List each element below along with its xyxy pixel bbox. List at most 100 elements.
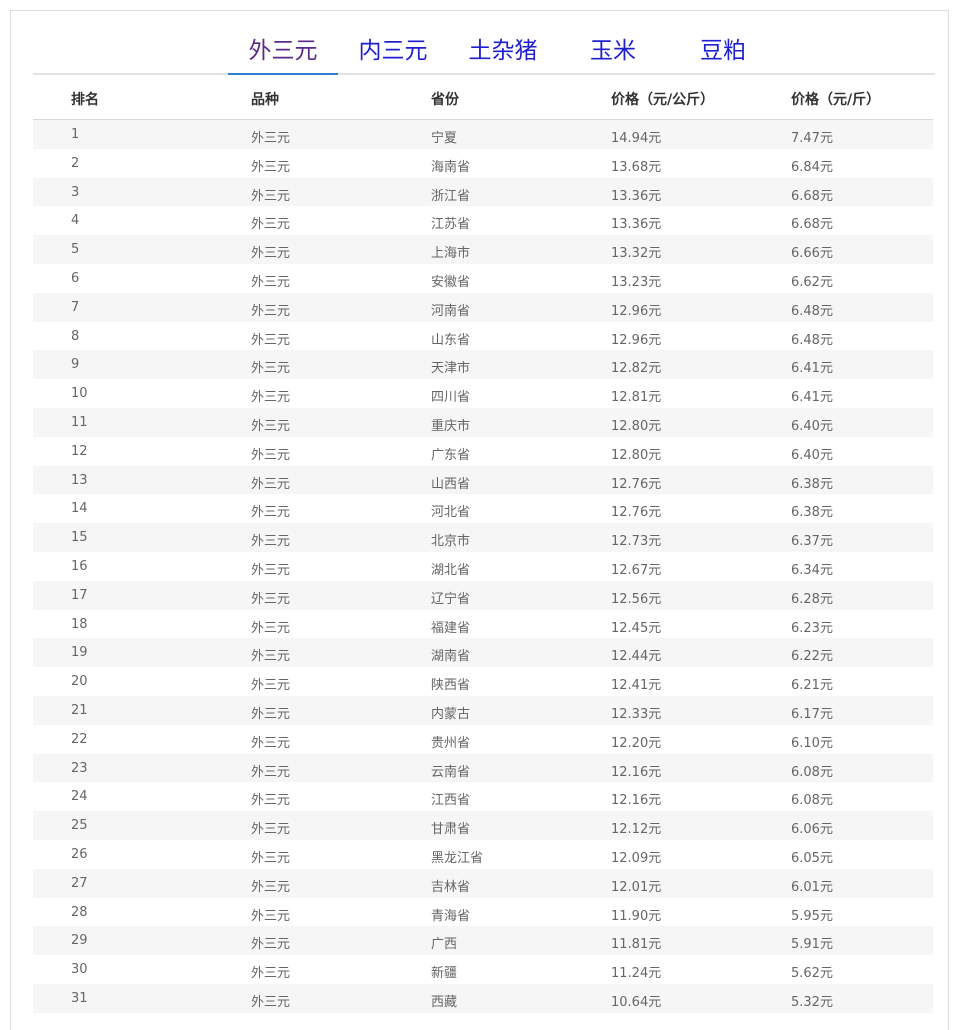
table-row: 20 外三元 陕西省 12.41元 6.21元 xyxy=(33,667,933,696)
cell-price-jin: 6.08元 xyxy=(791,793,833,809)
cell-variety: 外三元 xyxy=(251,764,291,780)
cell-price-jin: 6.38元 xyxy=(791,505,833,521)
cell-rank: 9 xyxy=(71,357,80,373)
table-row: 14 外三元 河北省 12.76元 6.38元 xyxy=(33,494,933,523)
table-row: 21 外三元 内蒙古 12.33元 6.17元 xyxy=(33,695,933,725)
cell-rank: 26 xyxy=(71,846,88,862)
table-row: 3 外三元 浙江省 13.36元 6.68元 xyxy=(33,177,933,207)
cell-price-jin: 5.62元 xyxy=(791,966,833,982)
cell-province: 上海市 xyxy=(431,246,471,262)
table-row: 6 外三元 安徽省 13.23元 6.62元 xyxy=(33,264,933,293)
cell-province: 江苏省 xyxy=(431,217,471,233)
cell-variety: 外三元 xyxy=(251,447,291,463)
tab-dou-po[interactable]: 豆粕 xyxy=(668,33,778,73)
cell-province: 甘肃省 xyxy=(431,822,471,838)
cell-rank: 4 xyxy=(71,213,80,229)
cell-province: 四川省 xyxy=(431,390,471,406)
cell-rank: 19 xyxy=(71,645,88,661)
cell-province: 内蒙古 xyxy=(431,706,471,722)
table-row: 18 外三元 福建省 12.45元 6.23元 xyxy=(33,610,933,639)
table-row: 16 外三元 湖北省 12.67元 6.34元 xyxy=(33,552,933,581)
table-row: 12 外三元 广东省 12.80元 6.40元 xyxy=(33,437,933,466)
cell-price-kg: 14.94元 xyxy=(611,131,662,146)
table-row: 7 外三元 河南省 12.96元 6.48元 xyxy=(33,292,933,322)
cell-province: 云南省 xyxy=(431,764,471,780)
cell-rank: 24 xyxy=(71,789,88,805)
table-row: 22 外三元 贵州省 12.20元 6.10元 xyxy=(33,725,933,754)
table-header: 排名 品种 省份 价格（元/公斤） 价格（元/斤） xyxy=(33,75,933,120)
cell-price-kg: 12.45元 xyxy=(611,620,662,636)
cell-variety: 外三元 xyxy=(251,735,291,751)
cell-rank: 31 xyxy=(71,990,88,1006)
cell-price-kg: 12.16元 xyxy=(611,793,662,809)
cell-province: 青海省 xyxy=(431,908,471,924)
table-row: 29 外三元 广西 11.81元 5.91元 xyxy=(33,926,933,956)
cell-rank: 10 xyxy=(71,386,88,402)
cell-rank: 18 xyxy=(71,616,88,632)
cell-province: 宁夏 xyxy=(431,131,458,146)
header-province: 省份 xyxy=(431,92,459,108)
cell-price-kg: 12.80元 xyxy=(611,418,662,434)
header-price-per-kg: 价格（元/公斤） xyxy=(611,92,715,108)
cell-price-jin: 6.41元 xyxy=(791,361,833,377)
cell-province: 河北省 xyxy=(431,505,471,521)
cell-price-kg: 11.90元 xyxy=(611,908,662,924)
cell-price-kg: 12.20元 xyxy=(611,735,662,751)
cell-price-kg: 12.16元 xyxy=(611,764,662,780)
cell-price-kg: 12.80元 xyxy=(611,447,662,463)
cell-price-kg: 12.56元 xyxy=(611,591,662,607)
tab-yu-mi[interactable]: 玉米 xyxy=(558,33,668,73)
table-row: 28 外三元 青海省 11.90元 5.95元 xyxy=(33,898,933,927)
cell-price-jin: 6.23元 xyxy=(791,620,833,636)
cell-rank: 2 xyxy=(71,155,80,171)
tab-wai-san-yuan[interactable]: 外三元 xyxy=(228,33,338,75)
cell-rank: 3 xyxy=(71,184,80,200)
cell-price-kg: 12.96元 xyxy=(611,303,662,319)
cell-rank: 1 xyxy=(71,127,80,142)
cell-rank: 13 xyxy=(71,472,88,488)
cell-rank: 25 xyxy=(71,818,88,834)
cell-price-jin: 6.08元 xyxy=(791,764,833,780)
table-row: 26 外三元 黑龙江省 12.09元 6.05元 xyxy=(33,840,933,869)
cell-price-jin: 6.17元 xyxy=(791,706,833,722)
cell-price-kg: 11.81元 xyxy=(611,937,662,953)
cell-variety: 外三元 xyxy=(251,476,291,492)
tab-nei-san-yuan[interactable]: 内三元 xyxy=(338,33,448,73)
cell-price-kg: 13.36元 xyxy=(611,217,662,233)
cell-rank: 22 xyxy=(71,731,88,747)
cell-variety: 外三元 xyxy=(251,793,291,809)
price-ranking-panel: 外三元 内三元 土杂猪 玉米 豆粕 排名 品种 省份 价格（元/公斤） 价格（元… xyxy=(10,10,949,1030)
cell-variety: 外三元 xyxy=(251,706,291,722)
table-row: 10 外三元 四川省 12.81元 6.41元 xyxy=(33,379,933,408)
cell-price-jin: 6.05元 xyxy=(791,850,833,866)
cell-province: 辽宁省 xyxy=(431,591,471,607)
cell-price-kg: 12.33元 xyxy=(611,706,662,722)
tab-tu-za-zhu[interactable]: 土杂猪 xyxy=(448,33,558,73)
table-row: 5 外三元 上海市 13.32元 6.66元 xyxy=(33,235,933,264)
cell-price-kg: 13.32元 xyxy=(611,246,662,262)
cell-price-jin: 7.47元 xyxy=(791,131,833,146)
header-rank: 排名 xyxy=(71,92,99,108)
cell-province: 黑龙江省 xyxy=(431,850,484,866)
cell-rank: 8 xyxy=(71,328,80,344)
table-row: 4 外三元 江苏省 13.36元 6.68元 xyxy=(33,206,933,235)
cell-province: 江西省 xyxy=(431,793,471,809)
cell-price-kg: 12.44元 xyxy=(611,649,662,665)
table-body: 1 外三元 宁夏 14.94元 7.47元 2 外三元 海南省 13.68元 6.84元 3 外三元浙… xyxy=(33,120,933,1013)
cell-variety: 外三元 xyxy=(251,620,291,636)
cell-variety: 外三元 xyxy=(251,966,291,982)
cell-province: 山西省 xyxy=(431,476,471,492)
table-row: 25 外三元 甘肃省 12.12元 6.06元 xyxy=(33,811,933,840)
cell-price-jin: 6.37元 xyxy=(791,534,833,550)
cell-rank: 6 xyxy=(71,270,80,286)
header-variety: 品种 xyxy=(251,92,279,108)
cell-price-jin: 5.95元 xyxy=(791,908,833,924)
cell-price-kg: 12.09元 xyxy=(611,850,662,866)
cell-price-jin: 6.84元 xyxy=(791,159,833,175)
cell-variety: 外三元 xyxy=(251,274,291,290)
cell-province: 贵州省 xyxy=(431,735,471,751)
cell-price-kg: 13.23元 xyxy=(611,274,662,290)
cell-variety: 外三元 xyxy=(251,246,291,262)
cell-price-kg: 13.68元 xyxy=(611,159,662,175)
cell-variety: 外三元 xyxy=(251,390,291,406)
